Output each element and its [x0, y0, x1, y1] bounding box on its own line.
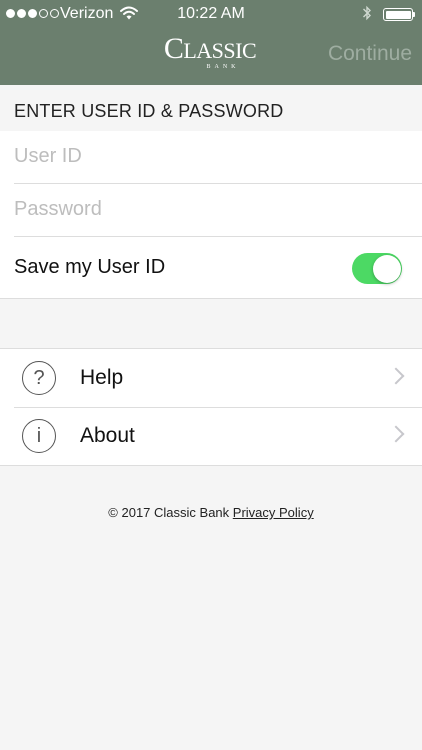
logo-text: CLASSIC	[150, 34, 270, 64]
menu-item-about[interactable]: i About	[0, 407, 422, 465]
battery-tip	[413, 12, 415, 17]
logo-initial: C	[163, 32, 184, 65]
chevron-right-icon	[387, 367, 405, 385]
menu-list: ? Help i About	[0, 348, 422, 466]
logo-rest: LASSIC	[183, 38, 257, 63]
footer: © 2017 Classic Bank Privacy Policy	[0, 505, 422, 520]
user-id-field[interactable]	[14, 131, 422, 184]
info-icon: i	[22, 419, 56, 453]
help-icon: ?	[22, 361, 56, 395]
classic-bank-logo: CLASSIC BANK	[150, 34, 270, 71]
privacy-policy-link[interactable]: Privacy Policy	[233, 505, 314, 520]
save-user-id-toggle[interactable]	[352, 253, 402, 284]
menu-item-label: About	[80, 424, 135, 447]
app-header: Verizon 10:22 AM CLASSIC BANK Continue	[0, 0, 422, 85]
battery-icon	[383, 8, 413, 21]
bluetooth-icon	[362, 4, 372, 27]
battery-fill	[385, 10, 411, 19]
menu-item-label: Help	[80, 366, 124, 389]
continue-button[interactable]: Continue	[328, 42, 412, 66]
status-bar: Verizon 10:22 AM	[0, 0, 422, 28]
menu-item-help[interactable]: ? Help	[0, 349, 422, 408]
save-user-id-row: Save my User ID	[14, 237, 414, 297]
password-input[interactable]	[14, 184, 394, 234]
user-id-input[interactable]	[14, 131, 394, 181]
login-form: Save my User ID	[0, 131, 422, 299]
chevron-right-icon	[387, 425, 405, 443]
password-field[interactable]	[14, 184, 422, 237]
toggle-knob	[372, 254, 401, 283]
status-time: 10:22 AM	[177, 5, 245, 22]
login-section-title: ENTER USER ID & PASSWORD	[14, 101, 284, 121]
save-user-id-label: Save my User ID	[14, 256, 166, 278]
copyright-text: © 2017 Classic Bank	[108, 505, 230, 520]
